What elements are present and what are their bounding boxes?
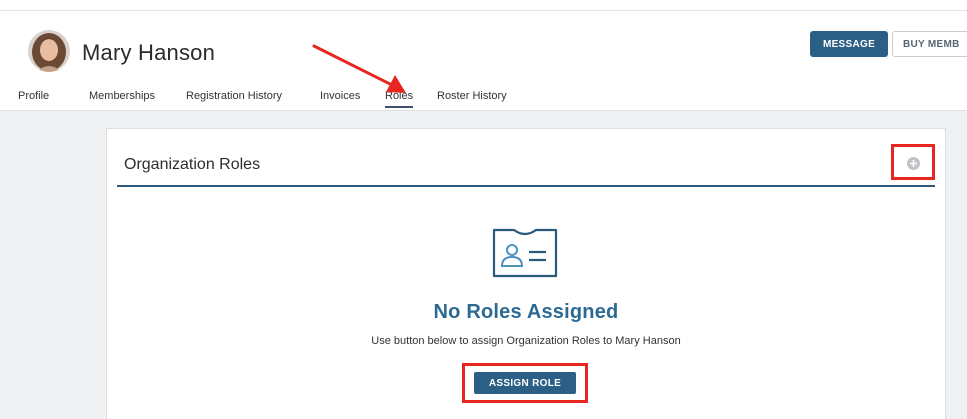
assign-role-button[interactable]: ASSIGN ROLE: [474, 372, 576, 394]
empty-state-subtitle: Use button below to assign Organization …: [371, 335, 681, 347]
buy-membership-button[interactable]: BUY MEMB: [892, 31, 967, 57]
message-button[interactable]: MESSAGE: [810, 31, 888, 57]
organization-roles-card: Organization Roles No Roles Assigned Use…: [106, 128, 946, 419]
tab-registration-history[interactable]: Registration History: [186, 90, 282, 102]
annotation-arrow-icon: [312, 44, 406, 93]
card-title: Organization Roles: [124, 156, 261, 173]
assign-role-highlight: ASSIGN ROLE: [462, 363, 588, 403]
tab-memberships[interactable]: Memberships: [89, 90, 155, 102]
empty-state-title: No Roles Assigned: [433, 301, 619, 323]
add-role-highlight: [891, 144, 935, 180]
member-name: Mary Hanson: [82, 40, 216, 65]
tab-profile[interactable]: Profile: [18, 90, 49, 102]
card-title-divider: [117, 185, 935, 187]
profile-tabs: Profile Memberships Registration History…: [0, 90, 600, 110]
avatar: [28, 30, 70, 72]
plus-circle-icon[interactable]: [907, 157, 920, 170]
tab-roster-history[interactable]: Roster History: [437, 90, 507, 102]
id-card-icon: [492, 228, 558, 278]
